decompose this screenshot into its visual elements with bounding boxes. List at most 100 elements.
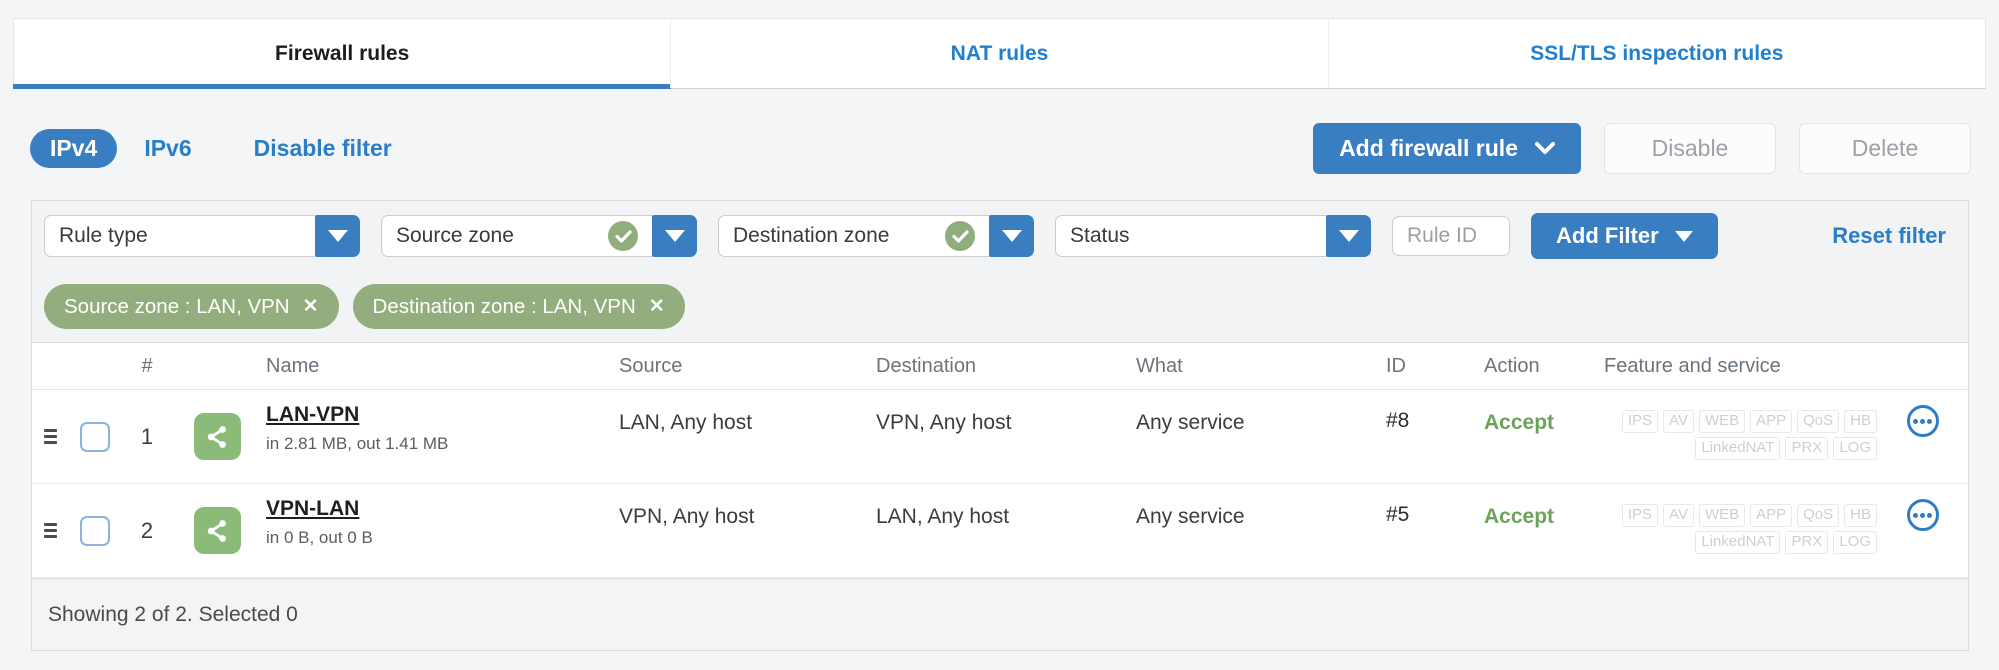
feature-badge-web: WEB [1698,504,1746,527]
dropdown-field: Rule type [44,215,315,257]
more-options-icon[interactable] [1906,499,1939,531]
feature-badge-linkednat: LinkedNAT [1695,530,1781,554]
feature-badge-prx: PRX [1785,530,1829,554]
rule-icon-cell [193,413,241,460]
share-network-icon [193,507,241,554]
triangle-down-icon [1001,230,1022,242]
feature-badge-line: IPS AV WEB APP QoS HB [1617,504,1877,527]
column-header-source: Source [619,354,683,377]
row-checkbox[interactable] [80,421,110,452]
triangle-down-icon [1674,230,1693,242]
feature-badge-line: IPS AV WEB APP QoS HB [1617,410,1877,433]
rule-source: LAN, Any host [619,411,753,434]
feature-badge-qos: QoS [1797,410,1840,433]
ip-toggle-ipv4[interactable]: IPv4 [30,128,118,168]
filter-dropdown-source-zone[interactable]: Source zone [381,215,697,257]
dot [1927,418,1932,424]
drag-handle-icon[interactable] [43,429,57,444]
ip-toggle-ipv6[interactable]: IPv6 [144,129,191,168]
rule-id-value: #5 [1386,503,1410,526]
filter-chip-label: Destination zone : LAN, VPN [372,294,636,318]
remove-chip-icon[interactable]: ✕ [649,297,665,316]
rule-position: 2 [140,517,154,543]
reset-filter-link[interactable]: Reset filter [1832,223,1946,249]
filter-bar: Rule type Source zone Destination zone Stat… [32,201,1968,271]
row-more-cell [1906,484,1939,577]
check-circle-icon [945,221,975,251]
ip-version-toggle: IPv4 IPv6 [30,128,192,168]
filter-dropdown-destination-zone[interactable]: Destination zone [718,215,1034,257]
feature-badge-log: LOG [1833,530,1877,554]
tab-nat-rules[interactable]: NAT rules [670,19,1327,88]
feature-badge-web: WEB [1698,410,1746,433]
dot [1920,512,1925,518]
dropdown-field: Status [1055,215,1326,257]
chevron-down-icon [1535,142,1555,154]
row-more-cell [1906,390,1939,483]
rule-name-cell: LAN-VPN in 2.81 MB, out 1.41 MB [262,390,619,483]
drag-bar [43,535,57,538]
dropdown-selected-label: Destination zone [733,224,890,247]
delete-button[interactable]: Delete [1799,122,1971,174]
add-firewall-rule-button[interactable]: Add firewall rule [1313,122,1581,174]
dropdown-selected-label: Source zone [396,224,514,247]
column-header-: # [141,354,153,377]
feature-badge-app: APP [1750,504,1793,527]
share-network-icon [193,413,241,460]
feature-badge-av: AV [1663,504,1694,527]
firewall-rules-card: Rule type Source zone Destination zone Stat… [31,200,1969,651]
feature-badge-app: APP [1750,410,1793,433]
column-header-destination: Destination [876,354,977,377]
toolbar-actions: Add firewall rule Disable Delete [1313,122,1971,174]
dropdown-arrow-button[interactable] [1326,215,1371,257]
tab-ssl-tls-inspection-rules[interactable]: SSL/TLS inspection rules [1327,19,1985,88]
add-filter-button[interactable]: Add Filter [1531,213,1718,259]
dropdown-field: Destination zone [718,215,989,257]
dropdown-arrow-button[interactable] [652,215,697,257]
rule-destination: LAN, Any host [876,505,1010,528]
active-filter-chips: Source zone : LAN, VPN ✕ Destination zone … [32,271,1968,342]
dropdown-arrow-button[interactable] [989,215,1034,257]
rule-row-lan-vpn: 1 LAN-VPN in 2.81 MB, out 1.41 MB LAN, Any … [32,390,1968,484]
dot [1920,418,1925,424]
column-header-feature-and-service: Feature and service [1604,354,1781,377]
feature-badge-ips: IPS [1621,410,1659,433]
dropdown-field: Source zone [381,215,652,257]
more-options-icon[interactable] [1906,405,1939,437]
rule-name-link[interactable]: LAN-VPN [266,403,359,427]
rule-traffic-stats: in 0 B, out 0 B [266,528,373,547]
dropdown-selected-label: Status [1070,224,1130,247]
drag-handle-icon[interactable] [43,523,57,538]
rule-row-vpn-lan: 2 VPN-LAN in 0 B, out 0 B VPN, Any host LAN,… [32,484,1968,578]
rule-what: Any service [1136,505,1245,528]
remove-chip-icon[interactable]: ✕ [303,297,319,316]
column-header-what: What [1136,354,1183,377]
disable-button[interactable]: Disable [1604,122,1776,174]
rule-action: Accept [1484,411,1555,434]
feature-badge-hb: HB [1844,410,1877,433]
feature-badge-line: LinkedNAT PRX LOG [1690,436,1877,460]
column-header-action: Action [1484,354,1540,377]
rule-what: Any service [1136,411,1245,434]
dropdown-selected-label: Rule type [59,224,148,247]
dot [1913,512,1918,518]
tab-firewall-rules[interactable]: Firewall rules [12,19,672,89]
table-footer: Showing 2 of 2. Selected 0 [32,578,1968,650]
disable-filter-link[interactable]: Disable filter [254,135,392,162]
rule-id-input[interactable] [1392,216,1510,256]
feature-badge-prx: PRX [1785,436,1829,460]
filter-chip-label: Source zone : LAN, VPN [64,294,290,318]
drag-bar [43,435,57,438]
feature-badge-av: AV [1663,410,1694,433]
filter-dropdown-rule-type[interactable]: Rule type [44,215,360,257]
triangle-down-icon [664,230,685,242]
filter-dropdown-status[interactable]: Status [1055,215,1371,257]
rule-name-cell: VPN-LAN in 0 B, out 0 B [262,484,619,577]
check-circle-icon [608,221,638,251]
row-checkbox[interactable] [80,515,110,546]
filter-chip: Destination zone : LAN, VPN ✕ [352,284,685,329]
rule-source: VPN, Any host [619,505,755,528]
feature-badge-ips: IPS [1621,504,1659,527]
dropdown-arrow-button[interactable] [315,215,360,257]
rule-name-link[interactable]: VPN-LAN [266,497,359,521]
